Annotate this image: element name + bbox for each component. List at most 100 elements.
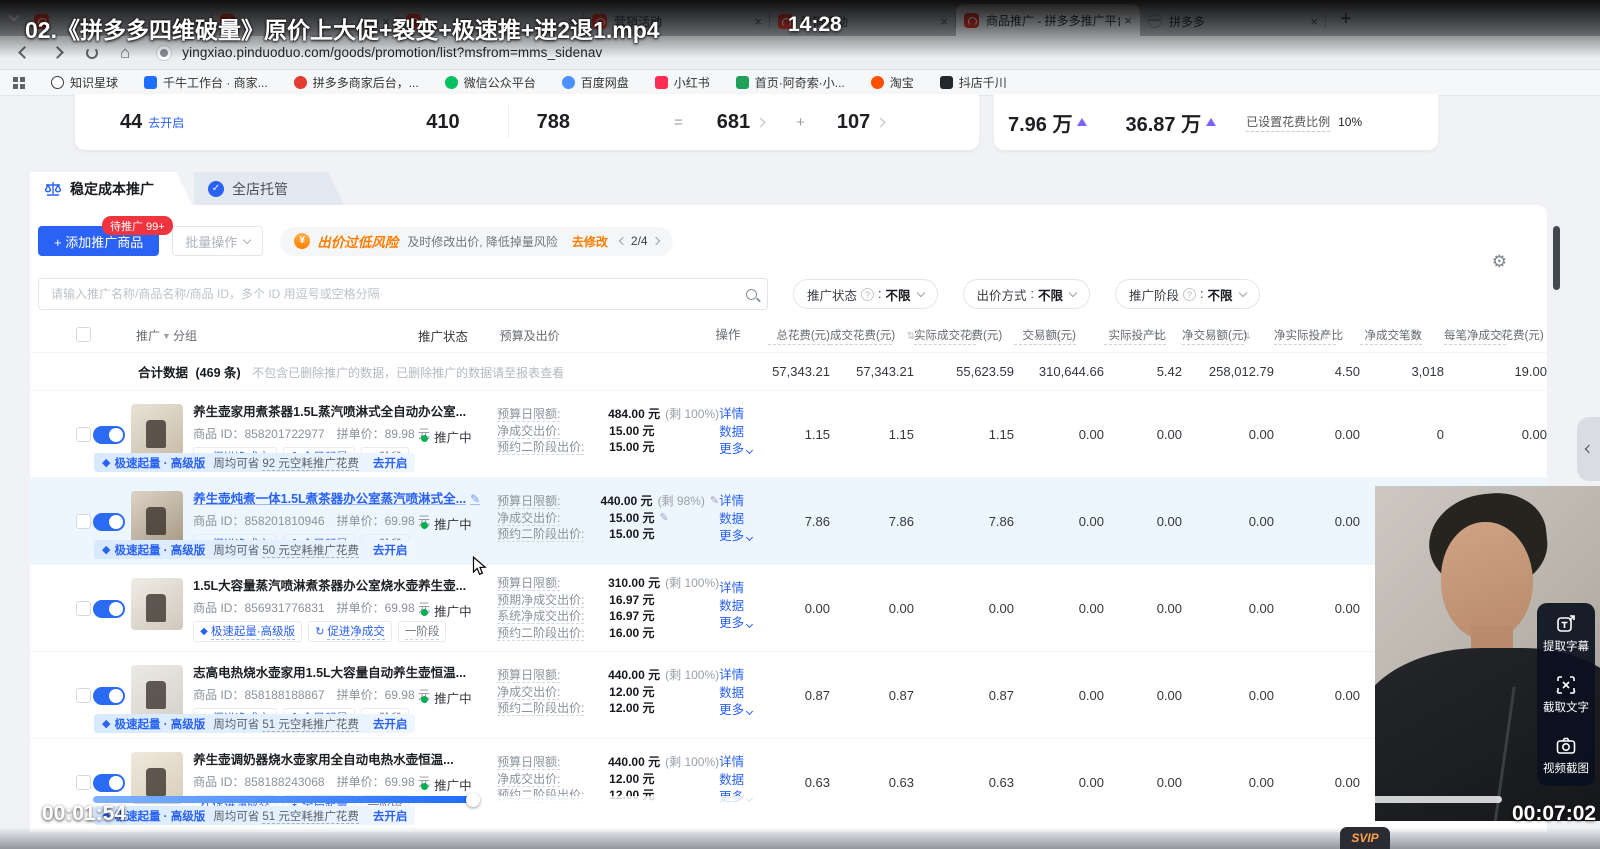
bookmark[interactable]: 抖店千川 xyxy=(939,74,1007,91)
stat-value[interactable]: 107 xyxy=(837,111,870,134)
chevron-right-icon[interactable] xyxy=(755,117,766,127)
promo-toggle[interactable] xyxy=(93,774,126,792)
bookmark[interactable]: 微信公众平台 xyxy=(444,74,536,91)
progress-handle[interactable] xyxy=(466,792,481,807)
capture-text-button[interactable]: 截取文字 xyxy=(1543,674,1589,715)
tab-full-store-hosting[interactable]: ✓ 全店托管 xyxy=(194,172,344,205)
product-title[interactable]: 志高电热烧水壶家用1.5L大容量自动养生壶恒温... xyxy=(193,665,466,682)
promo-toggle[interactable] xyxy=(93,426,126,444)
svip-badge[interactable]: SVIP xyxy=(1340,827,1390,849)
extract-subtitles-button[interactable]: 提取字幕 xyxy=(1543,613,1589,654)
forward-icon[interactable] xyxy=(51,46,64,59)
sortable-column[interactable]: 每笔净成交花费(元)⇅ xyxy=(1444,327,1547,345)
bookmark[interactable]: 淘宝 xyxy=(870,74,914,91)
action-detail[interactable]: 详情 xyxy=(719,406,768,424)
tag-speed-boost-premium[interactable]: ◆ 极速起量·高级版 xyxy=(193,621,303,642)
row-checkbox[interactable] xyxy=(76,775,91,790)
low-bid-warning-banner: ¥ 出价过低风险 及时修改出价, 降低掉量风险 去修改 2/4 xyxy=(280,226,673,256)
action-data[interactable]: 数据 xyxy=(719,511,768,529)
product-title[interactable]: 养生壶家用煮茶器1.5L蒸汽喷淋式全自动办公室... xyxy=(193,404,466,421)
sortable-column[interactable]: 净交易额(元) ⇅ xyxy=(1182,327,1329,345)
collapse-handle[interactable] xyxy=(1577,417,1600,481)
scrollbar-thumb[interactable] xyxy=(1553,226,1560,290)
browser-tab-active[interactable]: 商品推广 - 拼多多推广平台 × xyxy=(956,4,1140,36)
action-detail[interactable]: 详情 xyxy=(719,493,768,511)
banner-enable-link[interactable]: 去开启 xyxy=(373,808,408,824)
row-checkbox[interactable] xyxy=(76,427,91,442)
fix-bid-link[interactable]: 去修改 xyxy=(572,233,608,250)
sortable-column[interactable]: 交易额(元) ⇅ xyxy=(1014,327,1161,345)
reload-icon[interactable] xyxy=(86,46,98,59)
edit-icon[interactable]: ✎ xyxy=(660,510,669,527)
tab-close-icon[interactable]: × xyxy=(1124,13,1132,28)
product-title[interactable]: 1.5L大容量蒸汽喷淋煮茶器办公室烧水壶养生壶... xyxy=(193,578,466,595)
filter-promo-status[interactable]: 推广状态?: 不限 xyxy=(793,279,938,309)
home-icon[interactable]: ⌂ xyxy=(120,43,130,63)
back-icon[interactable] xyxy=(18,46,31,59)
tab-close-icon[interactable]: × xyxy=(1310,14,1318,29)
sortable-column[interactable]: 成交花费(元) ⇅ xyxy=(830,327,977,345)
tab-stable-cost-promo[interactable]: 稳定成本推广 xyxy=(30,172,192,205)
banner-enable-link[interactable]: 去开启 xyxy=(373,716,408,732)
product-title[interactable]: 养生壶调奶器烧水壶家用全自动电热水壶恒温... xyxy=(193,752,453,769)
tab-close-icon[interactable]: × xyxy=(940,14,948,29)
search-box[interactable] xyxy=(38,278,768,310)
tab-search-chevron-icon[interactable] xyxy=(8,10,20,22)
edit-icon[interactable]: ✎ xyxy=(710,493,719,510)
sortable-column[interactable]: 净成交笔数 ⇅ xyxy=(1360,327,1507,345)
promo-toggle[interactable] xyxy=(93,687,126,705)
batch-actions-button[interactable]: 批量操作 xyxy=(172,226,264,256)
product-title[interactable]: 养生壶炖煮一体1.5L煮茶器办公室蒸汽喷淋式全... ✎ xyxy=(193,491,480,508)
action-detail[interactable]: 详情 xyxy=(719,754,768,772)
url-text[interactable]: yingxiao.pinduoduo.com/goods/promotion/l… xyxy=(182,45,602,60)
bookmark[interactable]: 百度网盘 xyxy=(561,74,629,91)
tab-close-icon[interactable]: × xyxy=(754,14,762,29)
action-data[interactable]: 数据 xyxy=(719,772,768,790)
sortable-column[interactable]: 实际投产比 ⇅ xyxy=(1104,327,1251,345)
promo-toggle[interactable] xyxy=(93,513,126,531)
banner-enable-link[interactable]: 去开启 xyxy=(373,542,408,558)
chevron-right-icon[interactable] xyxy=(875,117,886,127)
video-progress-bar[interactable] xyxy=(93,792,1502,807)
sortable-column[interactable]: 净实际投产比 ⇅ xyxy=(1274,327,1421,345)
action-data[interactable]: 数据 xyxy=(719,424,768,442)
bookmark[interactable]: 千牛工作台 · 商家... xyxy=(144,74,268,91)
row-checkbox[interactable] xyxy=(76,601,91,616)
action-more[interactable]: 更多 xyxy=(719,702,768,720)
tag-promote-net-deal[interactable]: ↻促进净成交 xyxy=(308,621,392,642)
browser-tab[interactable]: 拼多多 × xyxy=(1140,6,1326,36)
pager-prev-icon[interactable] xyxy=(618,236,628,246)
bookmark[interactable]: 拼多多商家后台，... xyxy=(293,74,419,91)
action-data[interactable]: 数据 xyxy=(719,685,768,703)
filter-promo-stage[interactable]: 推广阶段?: 不限 xyxy=(1115,279,1260,309)
action-data[interactable]: 数据 xyxy=(719,598,768,616)
site-info-icon[interactable] xyxy=(156,44,173,61)
search-input[interactable] xyxy=(49,286,746,302)
filter-funnel-icon[interactable]: ▼ xyxy=(162,331,171,341)
bookmark[interactable]: 首页·阿奇索·小... xyxy=(735,74,845,91)
action-more[interactable]: 更多 xyxy=(719,615,768,633)
row-checkbox[interactable] xyxy=(76,514,91,529)
new-tab-button[interactable]: + xyxy=(1340,6,1352,32)
search-icon[interactable] xyxy=(746,288,757,300)
action-more[interactable]: 更多 xyxy=(719,528,768,546)
select-all-checkbox[interactable] xyxy=(76,326,91,342)
enable-link[interactable]: 去开启 xyxy=(148,114,184,131)
bookmark[interactable]: 知识星球 xyxy=(51,74,118,91)
pager-next-icon[interactable] xyxy=(651,236,660,246)
banner-enable-link[interactable]: 去开启 xyxy=(373,455,408,471)
sortable-column[interactable]: 实际成交花费(元) ⇅ xyxy=(914,327,1061,345)
stat-value[interactable]: 681 xyxy=(717,111,750,134)
promotion-panel: 稳定成本推广 ✓ 全店托管 待推广 99+ + 添加推广商品 批量操作 ¥ 出价… xyxy=(30,172,1547,832)
action-more[interactable]: 更多 xyxy=(719,441,768,459)
action-detail[interactable]: 详情 xyxy=(719,667,768,685)
apps-grid-icon[interactable] xyxy=(13,76,25,89)
bookmark[interactable]: 小红书 xyxy=(654,74,710,91)
row-checkbox[interactable] xyxy=(76,688,91,703)
gear-icon[interactable]: ⚙ xyxy=(1492,252,1507,272)
sortable-column[interactable]: 总花费(元) ⇅ xyxy=(768,327,915,345)
promo-toggle[interactable] xyxy=(93,600,126,618)
filter-bid-mode[interactable]: 出价方式: 不限 xyxy=(962,279,1091,309)
video-screenshot-button[interactable]: 视频截图 xyxy=(1543,735,1589,776)
action-detail[interactable]: 详情 xyxy=(719,580,768,598)
